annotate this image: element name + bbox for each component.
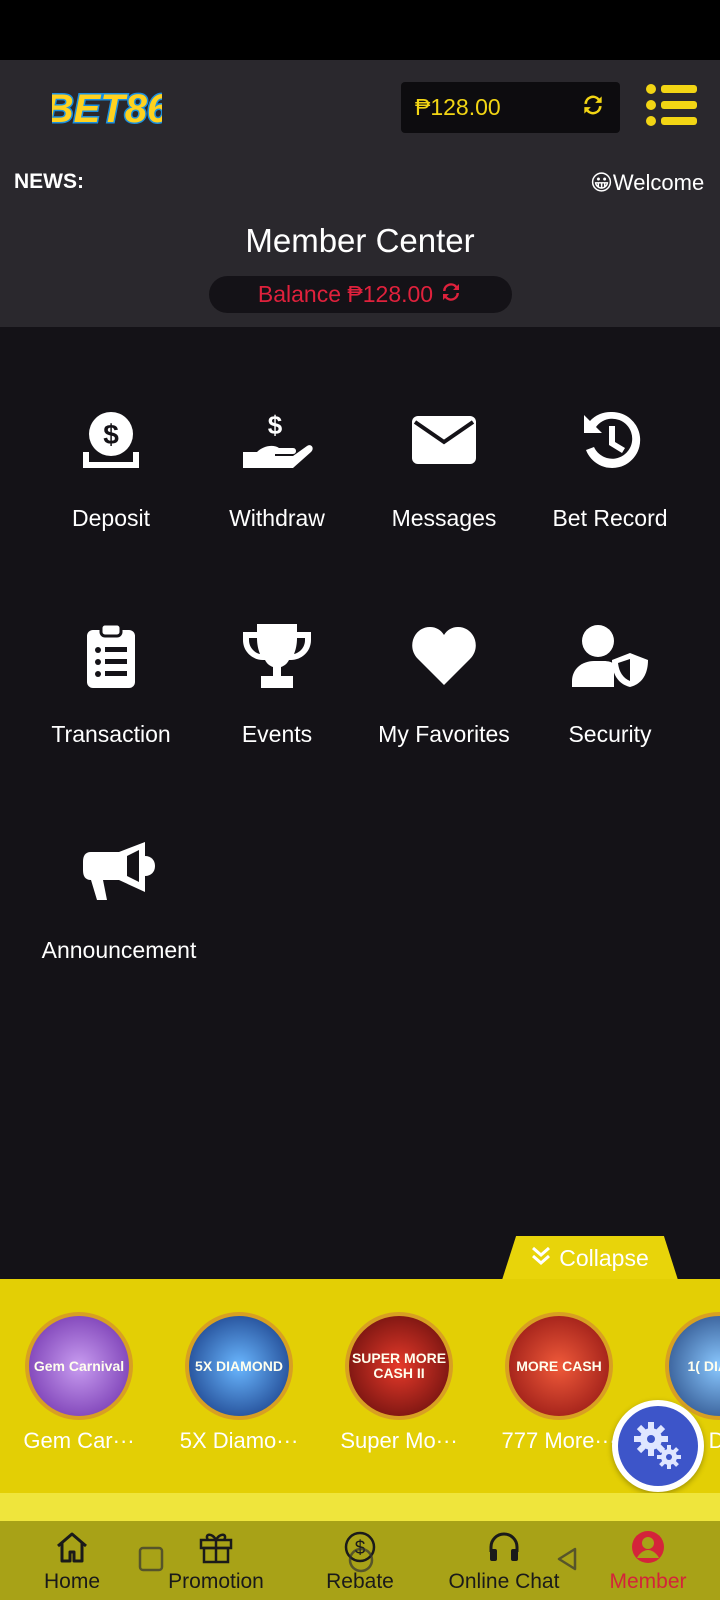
- home-icon: [54, 1529, 90, 1565]
- tab-home[interactable]: Home: [0, 1521, 144, 1600]
- grid-item-label: Messages: [391, 505, 497, 531]
- game-item-gem-carnival[interactable]: Gem Carnival Gem Car···: [4, 1312, 154, 1462]
- game-thumbnail: 5X DIAMOND: [185, 1312, 293, 1420]
- game-name: Gem Car···: [23, 1428, 135, 1453]
- svg-text:$: $: [268, 410, 283, 440]
- tab-label: Home: [43, 1570, 101, 1593]
- grid-item-label: Announcement: [41, 937, 197, 963]
- game-thumbnail: MORE CASH: [505, 1312, 613, 1420]
- news-ticker: NEWS: 😀Welcome: [0, 164, 720, 200]
- grid-item-messages[interactable]: Messages: [359, 400, 529, 570]
- recent-apps-button[interactable]: [138, 1546, 164, 1577]
- tab-member[interactable]: Member: [576, 1521, 720, 1600]
- settings-floating-button[interactable]: [612, 1400, 704, 1492]
- divider-strip: [0, 1493, 720, 1521]
- chevron-double-down-icon: [531, 1245, 551, 1272]
- wallet-amount: ₱128.00: [415, 94, 501, 120]
- envelope-icon: [404, 400, 484, 480]
- grid-item-security[interactable]: Security: [525, 616, 695, 786]
- member-balance-pill[interactable]: Balance ₱128.00: [209, 276, 512, 313]
- game-name: 777 More···: [501, 1428, 617, 1453]
- grid-item-bet-record[interactable]: Bet Record: [525, 400, 695, 570]
- grid-item-announcement[interactable]: Announcement: [34, 832, 204, 1002]
- home-nav-button[interactable]: [347, 1546, 375, 1579]
- games-bar: Gem Carnival Gem Car··· 5X DIAMOND 5X Di…: [0, 1279, 720, 1493]
- tab-label: Online Chat: [448, 1570, 560, 1593]
- history-icon: [570, 400, 650, 480]
- grid-item-label: Deposit: [72, 505, 150, 531]
- back-nav-button[interactable]: [554, 1546, 580, 1577]
- grid-item-label: My Favorites: [378, 721, 510, 747]
- svg-text:BET86: BET86: [52, 87, 162, 131]
- game-name: Di: [708, 1428, 720, 1453]
- grid-item-label: Bet Record: [552, 505, 668, 531]
- grid-item-label: Transaction: [51, 721, 171, 747]
- game-item-super-more-cash[interactable]: SUPER MORE CASH II Super Mo···: [324, 1312, 474, 1462]
- clipboard-list-icon: [71, 616, 151, 696]
- tab-promotion[interactable]: Promotion: [144, 1521, 288, 1600]
- member-balance-label: Balance ₱128.00: [257, 281, 434, 307]
- news-label: NEWS:: [14, 170, 84, 193]
- grid-item-deposit[interactable]: $ Deposit: [26, 400, 196, 570]
- game-name: 5X Diamo···: [179, 1428, 299, 1453]
- game-name: Super Mo···: [340, 1428, 458, 1453]
- refresh-icon[interactable]: [439, 280, 463, 310]
- svg-text:$: $: [103, 419, 119, 450]
- page-title: Member Center: [245, 222, 475, 259]
- status-bar: [0, 0, 720, 60]
- user-circle-icon: [630, 1529, 666, 1565]
- header: BET86 ₱128.00 NEWS: 😀Welcome Member Cent…: [0, 60, 720, 327]
- game-item-5x-diamond[interactable]: 5X DIAMOND 5X Diamo···: [164, 1312, 314, 1462]
- bet86-logo[interactable]: BET86: [43, 80, 171, 138]
- tab-label: Promotion: [168, 1570, 264, 1593]
- headset-icon: [486, 1529, 522, 1565]
- grid-item-label: Withdraw: [229, 505, 325, 531]
- grid-item-label: Security: [568, 721, 652, 747]
- tab-label: Member: [609, 1570, 687, 1593]
- game-thumbnail: SUPER MORE CASH II: [345, 1312, 453, 1420]
- collapse-label: Collapse: [559, 1244, 649, 1271]
- gift-icon: [198, 1529, 234, 1565]
- gears-icon: [618, 1406, 698, 1486]
- user-shield-icon: [570, 616, 650, 696]
- heart-icon: [404, 616, 484, 696]
- list-menu-icon[interactable]: [645, 82, 699, 128]
- grid-item-withdraw[interactable]: $ Withdraw: [192, 400, 362, 570]
- wallet-balance-box[interactable]: ₱128.00: [401, 82, 620, 133]
- grid-item-my-favorites[interactable]: My Favorites: [359, 616, 529, 786]
- news-ticker-text: 😀Welcome: [590, 170, 705, 195]
- trophy-icon: [237, 616, 317, 696]
- refresh-icon[interactable]: [580, 92, 606, 123]
- money-bag-icon: $: [71, 400, 151, 480]
- grid-item-transaction[interactable]: Transaction: [26, 616, 196, 786]
- game-thumbnail: Gem Carnival: [25, 1312, 133, 1420]
- grid-item-events[interactable]: Events: [192, 616, 362, 786]
- hand-dollar-icon: $: [237, 400, 317, 480]
- grid-item-label: Events: [241, 721, 313, 747]
- megaphone-icon: [79, 832, 159, 912]
- collapse-button[interactable]: Collapse: [502, 1236, 678, 1280]
